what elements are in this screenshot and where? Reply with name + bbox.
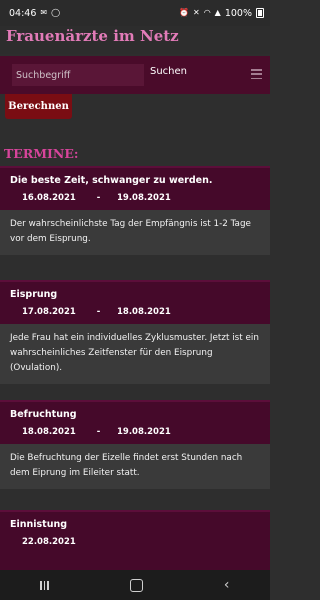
- termin-card-befruchtung: Befruchtung 18.08.2021 - 19.08.2021 Die …: [0, 400, 270, 489]
- status-bar: 04:46 ✉ ◯ ⏰ ✕ ◠ ▲ 100%: [0, 0, 270, 26]
- date-from: 22.08.2021: [22, 537, 76, 547]
- search-button[interactable]: Suchen: [150, 66, 187, 77]
- site-title[interactable]: Frauenärzte im Netz: [6, 27, 179, 45]
- termin-card-eisprung: Eisprung 17.08.2021 - 18.08.2021 Jede Fr…: [0, 280, 270, 384]
- battery-icon: [256, 8, 264, 18]
- date-from: 17.08.2021: [22, 307, 76, 317]
- signal-icon: ▲: [214, 8, 221, 17]
- card-dates: 17.08.2021 - 18.08.2021: [10, 300, 270, 324]
- clock: 04:46: [9, 7, 37, 19]
- date-to: 19.08.2021: [117, 193, 171, 203]
- card-title: Befruchtung: [10, 409, 77, 420]
- card-header: Die beste Zeit, schwanger zu werden. 16.…: [0, 166, 270, 210]
- card-dates: 18.08.2021 - 19.08.2021: [10, 420, 270, 444]
- home-icon[interactable]: [129, 578, 143, 592]
- termin-card-best-time: Die beste Zeit, schwanger zu werden. 16.…: [0, 166, 270, 255]
- card-title: Eisprung: [10, 289, 58, 300]
- mute-icon: ✕: [192, 8, 200, 17]
- card-header: Einnistung 22.08.2021: [0, 510, 270, 570]
- date-to: 19.08.2021: [117, 427, 171, 437]
- card-description: Der wahrscheinlichste Tag der Empfängnis…: [0, 210, 270, 255]
- calculate-button[interactable]: Berechnen: [5, 94, 72, 119]
- whatsapp-icon: ◯: [51, 8, 61, 17]
- card-description: Jede Frau hat ein individuelles Zyklusmu…: [0, 324, 270, 384]
- alarm-icon: ⏰: [179, 8, 189, 17]
- battery-percent: 100%: [224, 7, 252, 19]
- date-from: 16.08.2021: [22, 193, 76, 203]
- search-input[interactable]: [12, 64, 144, 86]
- termin-card-einnistung: Einnistung 22.08.2021: [0, 510, 270, 570]
- date-from: 18.08.2021: [22, 427, 76, 437]
- card-dates: 16.08.2021 - 19.08.2021: [10, 186, 270, 210]
- date-separator: -: [96, 307, 101, 317]
- date-separator: -: [96, 193, 101, 203]
- termine-heading: TERMINE:: [4, 146, 79, 161]
- android-nav-bar: ‹: [0, 570, 270, 600]
- card-title: Die beste Zeit, schwanger zu werden.: [10, 175, 213, 186]
- site-header: Frauenärzte im Netz: [0, 26, 270, 54]
- card-header: Eisprung 17.08.2021 - 18.08.2021: [0, 280, 270, 324]
- wifi-icon: ◠: [203, 8, 211, 17]
- hamburger-menu-icon[interactable]: [251, 69, 262, 79]
- search-bar: Suchen: [0, 56, 270, 94]
- card-header: Befruchtung 18.08.2021 - 19.08.2021: [0, 400, 270, 444]
- card-description: Die Befruchtung der Eizelle findet erst …: [0, 444, 270, 489]
- date-separator: -: [96, 427, 101, 437]
- back-icon[interactable]: ‹: [224, 577, 230, 593]
- card-title: Einnistung: [10, 519, 68, 530]
- card-dates: 22.08.2021: [10, 530, 270, 554]
- recent-apps-icon[interactable]: [40, 580, 49, 590]
- date-to: 18.08.2021: [117, 307, 171, 317]
- email-icon: ✉: [40, 8, 48, 17]
